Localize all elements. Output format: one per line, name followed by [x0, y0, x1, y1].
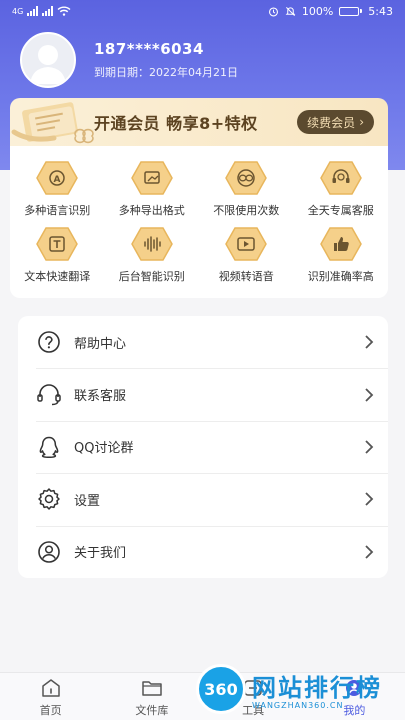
network-type: 4G [12, 6, 24, 16]
menu-label: QQ讨论群 [74, 441, 134, 457]
chevron-right-icon [365, 387, 374, 402]
status-right: 100% 5:43 [268, 5, 393, 18]
status-left: 4G [12, 6, 71, 16]
signal-icon-2 [42, 6, 54, 16]
chevron-right-icon: › [359, 115, 364, 129]
chevron-right-icon [365, 440, 374, 454]
waveform-icon [130, 226, 174, 262]
vip-banner[interactable]: 开通会员 畅享8+特权 续费会员 › [10, 98, 388, 146]
svg-text:A: A [54, 175, 61, 185]
expire-label: 到期日期： [94, 66, 149, 79]
chevron-right-icon [365, 492, 374, 506]
menu-label: 联系客服 [74, 389, 127, 405]
benefit-label: 后台智能识别 [118, 270, 185, 283]
benefit-label: 多种语言识别 [24, 204, 91, 217]
home-icon [41, 678, 60, 697]
mute-icon [285, 6, 296, 16]
gear-icon [36, 486, 62, 512]
watermark-cn: 网站排行榜 [252, 674, 382, 702]
chevron-right-icon [365, 545, 374, 559]
alarm-icon [268, 6, 278, 16]
qq-icon [36, 434, 62, 460]
menu-label: 设置 [74, 493, 101, 509]
text-t-icon [35, 226, 79, 262]
menu-item-help[interactable]: 帮助中心 [18, 316, 388, 368]
thumbs-up-icon [319, 226, 363, 262]
export-icon [130, 160, 174, 196]
vip-title: 开通会员 畅享8+特权 [94, 114, 258, 133]
infinity-icon [224, 160, 268, 196]
signal-icon [27, 6, 39, 16]
clock: 5:43 [368, 4, 393, 18]
tab-file-library[interactable]: 文件库 [101, 673, 202, 720]
expire-date: 到期日期：2022年04月21日 [94, 64, 238, 80]
benefit-label: 多种导出格式 [118, 204, 185, 217]
benefit-label: 文本快速翻译 [24, 270, 91, 283]
language-a-icon: A [35, 160, 79, 196]
user-phone: 187****6034 [94, 40, 204, 58]
vip-illustration [10, 98, 94, 146]
headset-icon [36, 382, 62, 408]
folder-icon [142, 680, 162, 696]
service-icon [319, 160, 363, 196]
vip-benefits-grid: A 多种语言识别 多种导出格式 不限使用次数 全天专属客服 文本快速翻译 后台智… [10, 146, 388, 298]
battery-percent: 100% [301, 4, 334, 18]
avatar[interactable] [20, 32, 76, 88]
watermark-badge: 360 [196, 664, 246, 714]
default-avatar-icon [30, 45, 66, 84]
vip-scroll-icon [11, 102, 94, 144]
menu-item-about-us[interactable]: 关于我们 [18, 525, 388, 578]
help-icon [36, 329, 62, 355]
benefit-item: 多种导出格式 [105, 160, 200, 226]
menu-item-qq-group[interactable]: QQ讨论群 [18, 420, 388, 473]
menu-label: 关于我们 [74, 546, 127, 562]
profile-section: 187****6034 到期日期：2022年04月21日 [20, 32, 238, 88]
benefit-item: 全天专属客服 [294, 160, 389, 226]
user-info: 187****6034 到期日期：2022年04月21日 [94, 40, 238, 80]
video-play-icon [224, 226, 268, 262]
benefit-label: 不限使用次数 [213, 204, 280, 217]
renew-vip-button[interactable]: 续费会员 › [297, 110, 374, 134]
watermark: 360 网站排行榜 WANGZHAN360.CN [196, 660, 401, 718]
settings-menu: 帮助中心 联系客服 QQ讨论群 设置 关于我们 [18, 316, 388, 578]
status-bar: 4G 100% 5:43 [0, 0, 405, 22]
battery-icon [339, 6, 363, 16]
benefit-label: 全天专属客服 [307, 204, 374, 217]
wifi-icon [57, 6, 71, 16]
tab-home[interactable]: 首页 [0, 673, 101, 720]
renew-vip-label: 续费会员 [307, 115, 356, 130]
menu-item-contact-service[interactable]: 联系客服 [18, 368, 388, 420]
benefit-item: 文本快速翻译 [10, 226, 105, 292]
menu-item-settings[interactable]: 设置 [18, 473, 388, 525]
chevron-right-icon [365, 335, 374, 349]
benefit-item: 识别准确率高 [294, 226, 389, 292]
expire-value: 2022年04月21日 [149, 66, 238, 79]
benefit-label: 识别准确率高 [307, 270, 374, 283]
tab-label: 文件库 [135, 703, 169, 717]
benefit-label: 视频转语音 [218, 270, 274, 283]
user-circle-icon [36, 539, 62, 565]
menu-label: 帮助中心 [74, 336, 127, 352]
benefit-item: 不限使用次数 [199, 160, 294, 226]
watermark-text: 网站排行榜 WANGZHAN360.CN [252, 668, 382, 710]
benefit-item: A 多种语言识别 [10, 160, 105, 226]
tab-label: 首页 [39, 703, 62, 717]
benefit-item: 视频转语音 [199, 226, 294, 292]
benefit-item: 后台智能识别 [105, 226, 200, 292]
